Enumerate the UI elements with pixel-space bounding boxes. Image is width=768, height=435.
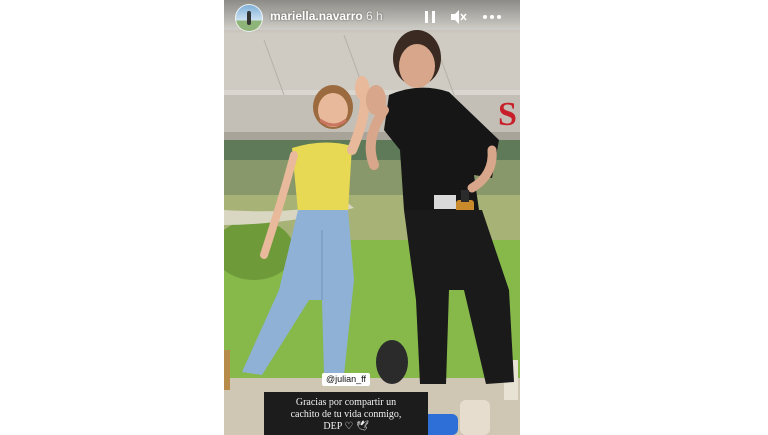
more-options-icon[interactable] [480, 7, 504, 27]
story-caption: Gracias por compartir un cachito de tu v… [264, 392, 428, 435]
story-header: mariella.navarro 6 h [224, 0, 520, 34]
mention-tag[interactable]: @julian_ff [322, 373, 370, 386]
user-avatar[interactable] [235, 4, 263, 32]
story-viewer[interactable]: S mariella.navarro 6 h @julian_ff Gracia… [224, 0, 520, 435]
caption-line: DEP ♡ 🕊 [323, 421, 369, 432]
post-time: 6 h [366, 9, 383, 23]
mute-icon[interactable] [448, 7, 468, 27]
pause-icon[interactable] [420, 7, 440, 27]
svg-text:S: S [498, 96, 517, 133]
caption-line: cachito de tu vida conmigo, [290, 409, 402, 420]
username-link[interactable]: mariella.navarro [270, 9, 363, 23]
story-photo: S [224, 0, 520, 435]
caption-line: Gracias por compartir un [295, 397, 397, 408]
